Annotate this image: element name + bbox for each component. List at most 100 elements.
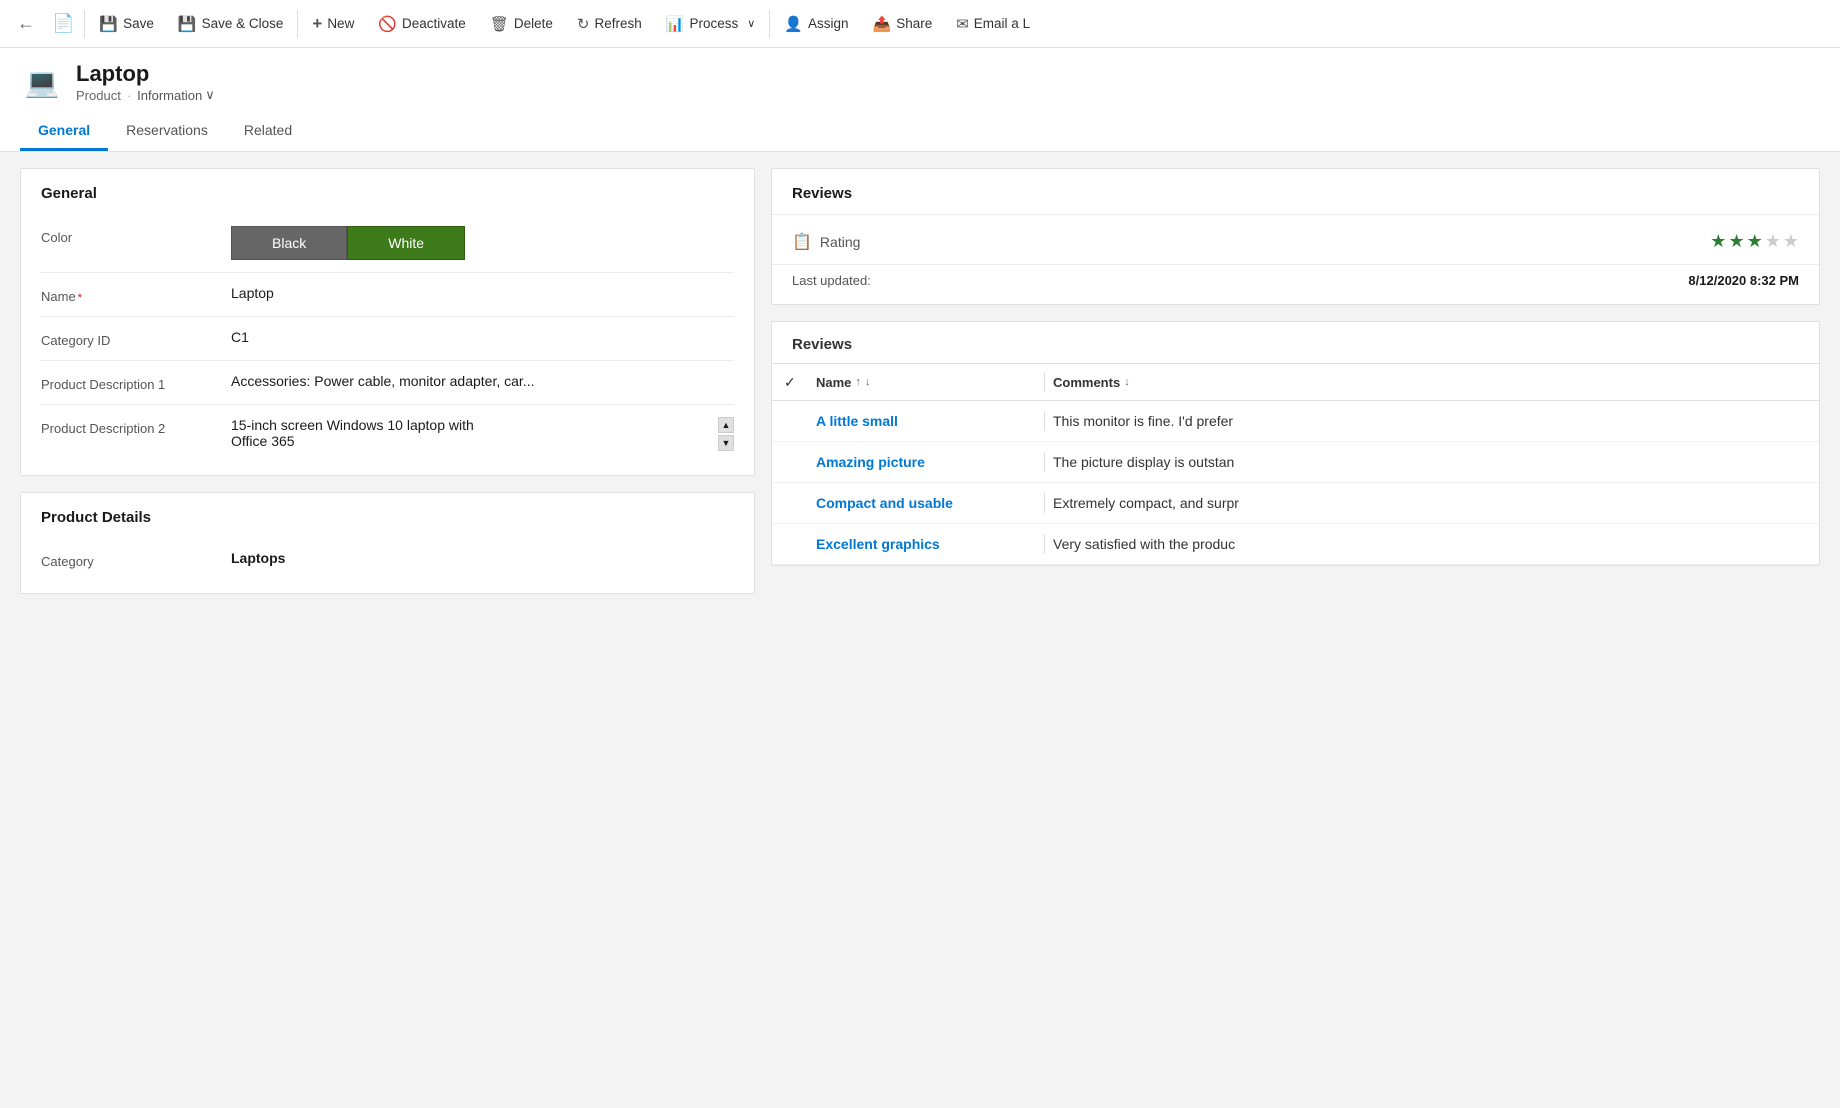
back-button[interactable]: ←	[8, 0, 44, 48]
assign-icon: 👤	[784, 15, 803, 33]
color-label: Color	[41, 226, 231, 245]
name-required-indicator: *	[78, 292, 82, 304]
right-column: Reviews 📋 Rating ★ ★ ★ ★ ★ Last updated:…	[771, 168, 1820, 1092]
review-4-name-link[interactable]: Excellent graphics	[816, 536, 1036, 552]
new-label: New	[327, 16, 354, 31]
delete-icon: 🗑	[490, 15, 509, 33]
save-close-label: Save & Close	[202, 16, 284, 31]
reviews-rating-row: 📋 Rating ★ ★ ★ ★ ★	[772, 215, 1819, 264]
color-toggle: Black White	[231, 226, 734, 260]
share-button[interactable]: 📤 Share	[861, 0, 945, 48]
select-all-checkbox[interactable]: ✓	[784, 374, 816, 391]
tab-bar: General Reservations Related	[20, 112, 1820, 151]
refresh-button[interactable]: ↻ Refresh	[565, 0, 654, 48]
review-3-name: Compact and usable	[816, 495, 1036, 511]
general-card-title: General	[21, 169, 754, 214]
scroll-up-button[interactable]: ▲	[718, 417, 734, 433]
column-divider	[1044, 372, 1045, 392]
name-value[interactable]: Laptop	[231, 285, 734, 301]
product-details-title: Product Details	[21, 493, 754, 538]
breadcrumb-product: Product	[76, 88, 121, 103]
general-card: General Color Black White Name*	[20, 168, 755, 476]
review-row-1: A little small This monitor is fine. I'd…	[772, 401, 1819, 442]
breadcrumb-info-dropdown[interactable]: Information ∨	[137, 87, 215, 103]
comments-column-header: Comments ↓	[1053, 375, 1807, 390]
last-updated-row: Last updated: 8/12/2020 8:32 PM	[772, 264, 1819, 304]
product-desc1-label: Product Description 1	[41, 373, 231, 392]
product-desc2-scrollbar[interactable]: ▲ ▼	[718, 417, 734, 451]
back-icon: ←	[17, 13, 35, 34]
delete-label: Delete	[514, 16, 553, 31]
scroll-down-button[interactable]: ▼	[718, 435, 734, 451]
star-2: ★	[1728, 231, 1744, 252]
star-4: ★	[1765, 231, 1781, 252]
toolbar-divider-1	[84, 10, 85, 38]
review-1-divider	[1044, 411, 1045, 431]
star-1: ★	[1710, 231, 1726, 252]
review-1-name-link[interactable]: A little small	[816, 413, 1036, 429]
name-sort-asc[interactable]: ↑	[855, 376, 861, 388]
review-2-comment: The picture display is outstan	[1053, 454, 1807, 470]
toolbar-divider-2	[297, 10, 298, 38]
rating-text: Rating	[820, 234, 860, 250]
product-desc1-value[interactable]: Accessories: Power cable, monitor adapte…	[231, 373, 734, 389]
reviews-list-title: Reviews	[772, 322, 1819, 363]
delete-button[interactable]: 🗑 Delete	[478, 0, 565, 48]
color-field-row: Color Black White	[41, 214, 734, 273]
tab-reservations[interactable]: Reservations	[108, 112, 226, 151]
product-desc2-value: 15-inch screen Windows 10 laptop withOff…	[231, 417, 734, 451]
star-5: ★	[1783, 231, 1799, 252]
last-updated-label: Last updated:	[792, 273, 871, 288]
star-rating: ★ ★ ★ ★ ★	[1710, 231, 1799, 252]
name-column-label: Name	[816, 375, 851, 390]
email-button[interactable]: ✉ Email a L	[944, 0, 1042, 48]
process-label: Process	[689, 16, 738, 31]
assign-button[interactable]: 👤 Assign	[772, 0, 860, 48]
name-column-header: Name ↑ ↓	[816, 375, 1036, 390]
comments-column-label: Comments	[1053, 375, 1120, 390]
category-field-row: Category Laptops	[41, 538, 734, 581]
assign-label: Assign	[808, 16, 849, 31]
review-2-name-link[interactable]: Amazing picture	[816, 454, 1036, 470]
color-black-button[interactable]: Black	[231, 226, 347, 260]
checkmark-icon: ✓	[784, 374, 796, 391]
reviews-list-card: Reviews ✓ Name ↑ ↓ Comments ↓	[771, 321, 1820, 566]
new-button[interactable]: + New	[300, 0, 366, 48]
product-desc2-text[interactable]: 15-inch screen Windows 10 laptop withOff…	[231, 417, 710, 449]
process-button[interactable]: 📊 Process ∨	[654, 0, 768, 48]
review-row-2: Amazing picture The picture display is o…	[772, 442, 1819, 483]
review-row-4: Excellent graphics Very satisfied with t…	[772, 524, 1819, 565]
save-label: Save	[123, 16, 154, 31]
product-details-form: Category Laptops	[21, 538, 754, 593]
tab-related[interactable]: Related	[226, 112, 310, 151]
rating-label: 📋 Rating	[792, 232, 860, 252]
save-button[interactable]: 💾 Save	[87, 0, 165, 48]
deactivate-label: Deactivate	[402, 16, 466, 31]
reviews-summary-card: Reviews 📋 Rating ★ ★ ★ ★ ★ Last updated:…	[771, 168, 1820, 305]
save-close-icon: 💾	[178, 15, 197, 33]
email-label: Email a L	[974, 16, 1030, 31]
name-sort-desc[interactable]: ↓	[865, 376, 871, 388]
review-3-divider	[1044, 493, 1045, 513]
review-row-3: Compact and usable Extremely compact, an…	[772, 483, 1819, 524]
reviews-summary-header: Reviews	[772, 169, 1819, 215]
breadcrumb-dropdown-icon: ∨	[205, 87, 215, 103]
save-close-button[interactable]: 💾 Save & Close	[166, 0, 295, 48]
tab-general[interactable]: General	[20, 112, 108, 151]
color-white-button[interactable]: White	[347, 226, 465, 260]
comments-sort-desc[interactable]: ↓	[1124, 376, 1130, 388]
name-label: Name*	[41, 285, 231, 304]
breadcrumb-separator: ·	[127, 88, 131, 103]
toolbar-divider-3	[769, 10, 770, 38]
share-label: Share	[896, 16, 932, 31]
product-details-card: Product Details Category Laptops	[20, 492, 755, 594]
category-field-value: Laptops	[231, 550, 734, 566]
deactivate-icon: 🚫	[378, 15, 397, 33]
category-field-label: Category	[41, 550, 231, 569]
general-form: Color Black White Name* Laptop	[21, 214, 754, 475]
deactivate-button[interactable]: 🚫 Deactivate	[366, 0, 477, 48]
product-desc2-field-row: Product Description 2 15-inch screen Win…	[41, 405, 734, 463]
refresh-icon: ↻	[577, 15, 590, 33]
toolbar: ← 📄 💾 Save 💾 Save & Close + New 🚫 Deacti…	[0, 0, 1840, 48]
review-3-name-link[interactable]: Compact and usable	[816, 495, 1036, 511]
